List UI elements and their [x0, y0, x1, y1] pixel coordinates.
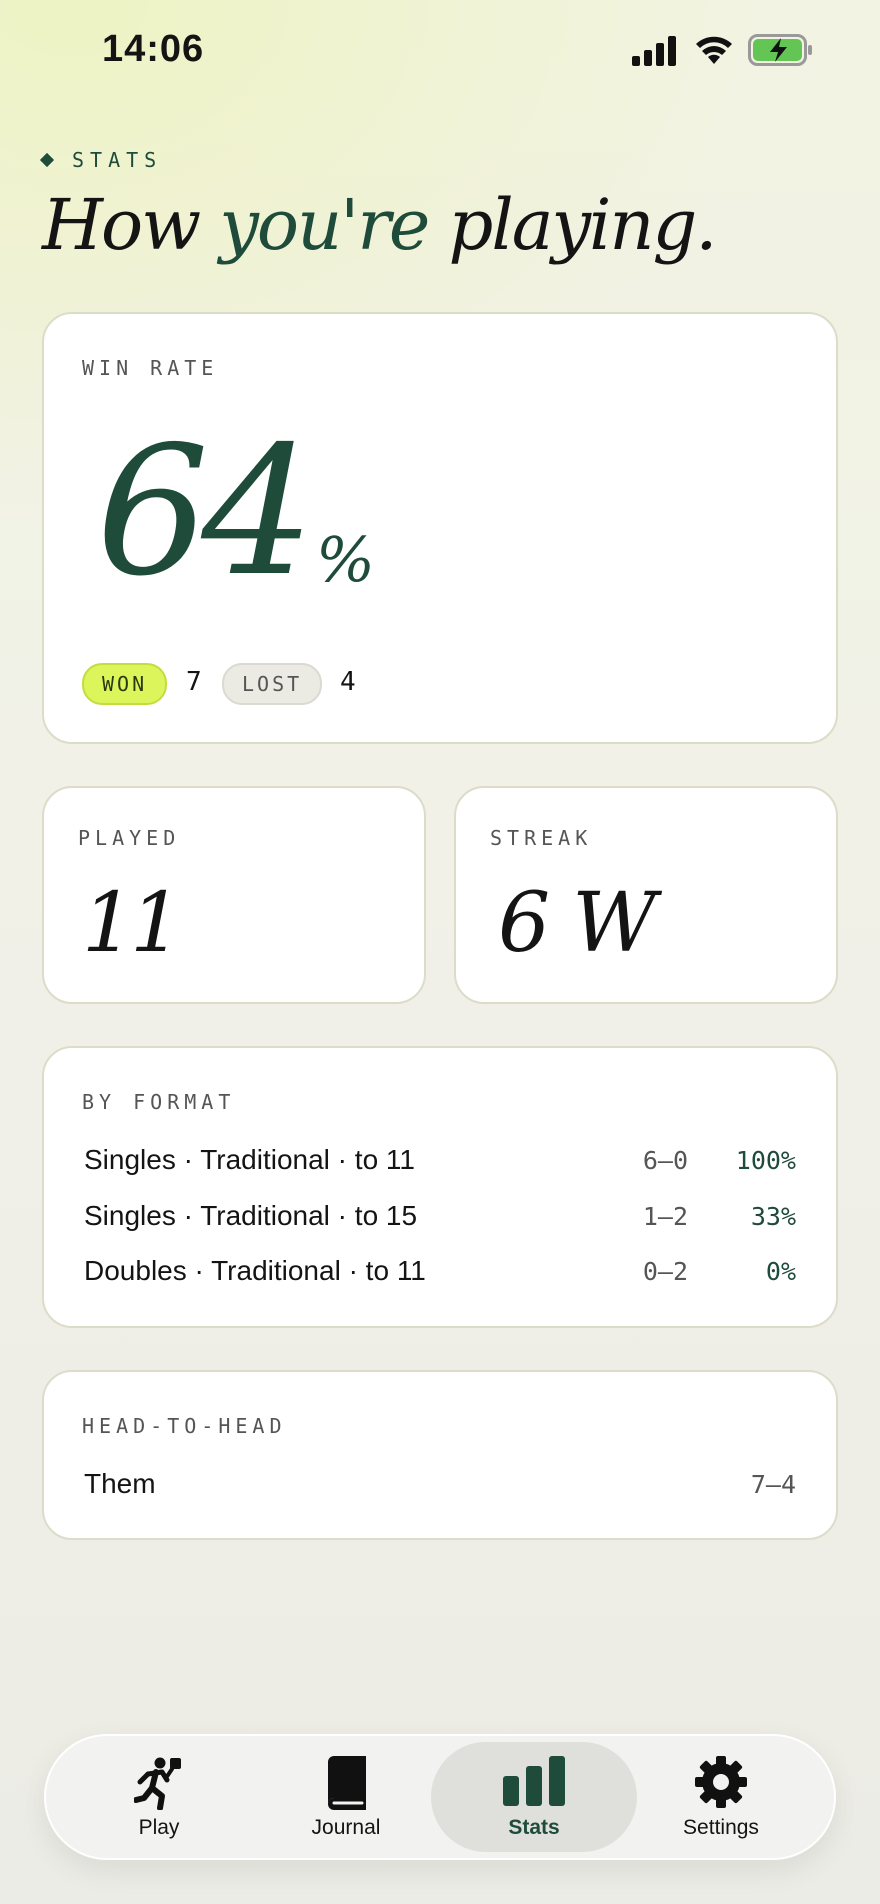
lost-count: 4 — [340, 667, 356, 697]
format-row: Doubles · Traditional · to 11 0–2 0% — [84, 1255, 796, 1299]
page-title: How you're playing. — [42, 184, 718, 266]
win-rate-card: WIN RATE 64 % WON 7 LOST 4 — [42, 312, 838, 744]
tab-journal[interactable]: Journal — [251, 1736, 441, 1858]
format-name: Singles · Traditional · to 15 — [84, 1200, 418, 1231]
by-format-card: BY FORMAT Singles · Traditional · to 11 … — [42, 1046, 838, 1328]
format-name: Doubles · Traditional · to 11 — [84, 1255, 426, 1286]
opponent-record: 7–4 — [750, 1470, 796, 1499]
format-percent: 33% — [750, 1202, 796, 1231]
head-to-head-row[interactable]: Them 7–4 — [84, 1468, 796, 1512]
by-format-label: BY FORMAT — [82, 1090, 236, 1114]
format-row: Singles · Traditional · to 15 1–2 33% — [84, 1200, 796, 1244]
eyebrow-label: STATS — [72, 148, 163, 172]
tab-stats-label: Stats — [508, 1816, 560, 1839]
played-value: 11 — [82, 876, 182, 971]
streak-label: STREAK — [490, 826, 593, 850]
cellular-signal-icon — [632, 36, 678, 71]
streak-value: 6 W — [498, 876, 657, 971]
win-rate-value: 64 — [96, 408, 314, 615]
title-part-1: How — [42, 184, 201, 266]
status-time: 14:06 — [102, 28, 205, 70]
running-figure-icon — [134, 1757, 181, 1810]
book-icon — [328, 1756, 366, 1810]
win-rate-label: WIN RATE — [82, 356, 219, 380]
tab-stats[interactable]: Stats — [431, 1736, 637, 1858]
tab-journal-label: Journal — [311, 1816, 381, 1839]
format-record: 6–0 — [642, 1146, 688, 1175]
tab-bar: Play Journal Stats Settings — [44, 1734, 836, 1860]
gear-icon — [695, 1756, 747, 1808]
won-badge: WON — [82, 663, 168, 705]
won-count: 7 — [186, 667, 202, 697]
title-part-2: you're — [219, 184, 430, 266]
played-card: PLAYED 11 — [42, 786, 426, 1004]
format-record: 1–2 — [642, 1202, 688, 1231]
header-eyebrow: STATS — [39, 148, 163, 172]
head-to-head-label: HEAD-TO-HEAD — [82, 1414, 287, 1438]
wifi-icon — [694, 34, 734, 71]
format-name: Singles · Traditional · to 11 — [84, 1144, 415, 1175]
opponent-name: Them — [84, 1468, 156, 1499]
bar-chart-icon — [503, 1756, 565, 1806]
tab-settings[interactable]: Settings — [626, 1736, 816, 1858]
win-rate-unit: % — [316, 523, 375, 596]
format-record: 0–2 — [642, 1257, 688, 1286]
tab-play-label: Play — [138, 1816, 180, 1839]
diamond-icon — [39, 152, 55, 168]
format-percent: 0% — [765, 1257, 796, 1286]
head-to-head-card: HEAD-TO-HEAD Them 7–4 — [42, 1370, 838, 1540]
battery-charging-icon — [748, 34, 814, 71]
lost-badge: LOST — [222, 663, 323, 705]
format-percent: 100% — [735, 1146, 796, 1175]
tab-settings-label: Settings — [683, 1816, 759, 1839]
title-part-3: playing. — [448, 184, 718, 266]
played-label: PLAYED — [78, 826, 181, 850]
format-row: Singles · Traditional · to 11 6–0 100% — [84, 1144, 796, 1188]
tab-play[interactable]: Play — [64, 1736, 254, 1858]
streak-card: STREAK 6 W — [454, 786, 838, 1004]
